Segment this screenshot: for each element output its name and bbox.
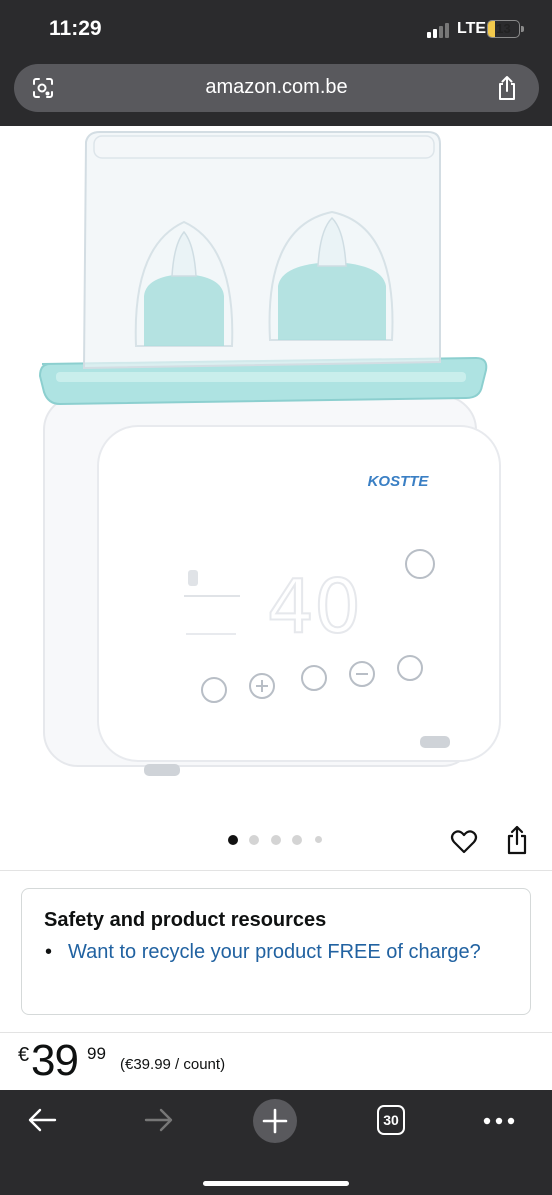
safety-title: Safety and product resources xyxy=(44,909,327,931)
battery-level: 13 xyxy=(496,21,511,36)
svg-text:40: 40 xyxy=(267,564,361,650)
pager-dot-3[interactable] xyxy=(271,835,281,845)
unit-price: (€39.99 / count) xyxy=(120,1056,226,1073)
product-image[interactable]: KOSTTE 40 xyxy=(36,126,506,781)
divider xyxy=(0,1032,552,1033)
signal-icon xyxy=(427,22,453,38)
product-gallery[interactable]: KOSTTE 40 xyxy=(0,126,552,870)
browser-top-chrome: 11:29 LTE 13 amazon.com.be xyxy=(0,0,552,126)
pager-dot-5[interactable] xyxy=(315,836,322,843)
battery-tip xyxy=(521,26,524,32)
heart-icon[interactable] xyxy=(450,828,478,856)
svg-text:KOSTTE: KOSTTE xyxy=(368,473,430,490)
url-bar[interactable]: amazon.com.be xyxy=(14,64,539,112)
pager-dot-2[interactable] xyxy=(249,835,259,845)
tabs-button[interactable]: 30 xyxy=(377,1105,405,1135)
tabs-count: 30 xyxy=(383,1112,399,1128)
new-tab-icon[interactable] xyxy=(252,1098,298,1144)
share-icon[interactable] xyxy=(495,75,519,101)
home-indicator xyxy=(203,1181,349,1186)
price-currency: € xyxy=(18,1044,30,1066)
recycle-link[interactable]: Want to recycle your product FREE of cha… xyxy=(68,939,488,966)
status-time: 11:29 xyxy=(49,17,102,40)
divider xyxy=(0,870,552,871)
safety-resources-card: Safety and product resources • Want to r… xyxy=(21,888,531,1015)
battery-icon: 13 xyxy=(487,20,520,38)
share-icon[interactable] xyxy=(505,825,529,855)
pager-dot-1[interactable] xyxy=(228,835,238,845)
url-text: amazon.com.be xyxy=(205,76,348,98)
pager-dot-4[interactable] xyxy=(292,835,302,845)
more-icon[interactable] xyxy=(482,1116,516,1126)
browser-toolbar: 30 xyxy=(0,1090,552,1195)
price-whole: 39 xyxy=(31,1036,79,1085)
back-arrow-icon[interactable] xyxy=(26,1106,58,1134)
bullet: • xyxy=(45,941,53,963)
price: € 39 99 (€39.99 / count) xyxy=(18,1036,538,1085)
price-fraction: 99 xyxy=(87,1044,106,1063)
network-label: LTE xyxy=(457,20,487,37)
forward-arrow-icon[interactable] xyxy=(143,1106,175,1134)
